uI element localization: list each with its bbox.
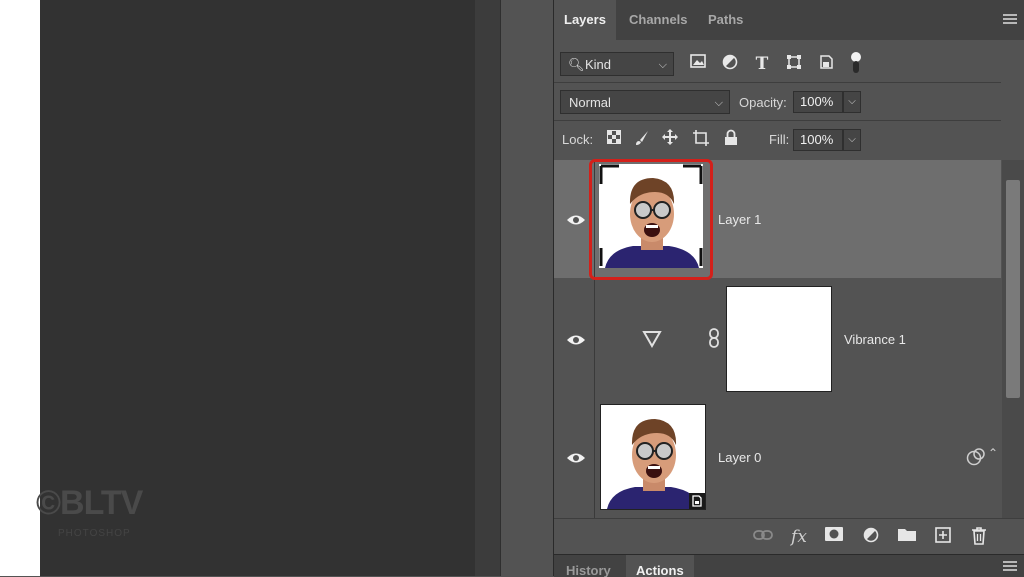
layers-panel: Layers Channels Paths 🔍︎ Kind ⌵ T Normal… (553, 0, 1024, 577)
chain-link-icon[interactable] (708, 328, 720, 348)
canvas-gutter (475, 0, 500, 576)
left-white-margin (0, 0, 40, 576)
panel-dock-gutter (500, 0, 553, 576)
blend-mode-value: Normal (569, 95, 611, 110)
divider (554, 120, 1001, 121)
image-filter-icon[interactable] (688, 54, 708, 74)
filter-toggle-switch[interactable] (851, 52, 861, 74)
new-group-folder-icon[interactable] (896, 527, 918, 547)
new-layer-icon[interactable] (932, 527, 954, 547)
layer-row-layer-0[interactable]: Layer 0 ⌃ (554, 396, 1001, 518)
fill-label: Fill: (769, 132, 790, 147)
adjustment-filter-icon[interactable] (720, 54, 740, 74)
chevron-down-icon: ⌵ (658, 59, 667, 71)
lock-image-pixels-icon[interactable] (632, 130, 652, 150)
filter-kind-dropdown[interactable]: 🔍︎ Kind ⌵ (560, 52, 674, 76)
lock-transparent-pixels-icon[interactable] (604, 130, 624, 148)
chevron-up-icon[interactable]: ⌃ (988, 446, 998, 460)
smart-object-filter-icon[interactable] (816, 54, 836, 74)
layer-name[interactable]: Layer 0 (718, 450, 761, 465)
smart-object-badge-icon (689, 493, 705, 509)
vibrance-triangle-icon[interactable] (642, 330, 662, 348)
watermark-logo: ©BLTV (36, 484, 143, 522)
layer-thumbnail[interactable] (600, 404, 706, 510)
smart-filters-icon[interactable] (966, 448, 986, 466)
layer-name[interactable]: Vibrance 1 (844, 332, 906, 347)
type-filter-icon[interactable]: T (752, 54, 772, 74)
tab-paths[interactable]: Paths (698, 0, 753, 40)
visibility-eye-icon[interactable] (566, 334, 586, 346)
visibility-eye-icon[interactable] (566, 452, 586, 464)
tab-history[interactable]: History (556, 555, 621, 577)
new-adjustment-layer-icon[interactable] (860, 527, 882, 547)
lock-all-icon[interactable] (721, 129, 741, 150)
opacity-label: Opacity: (739, 95, 787, 110)
chevron-down-icon: ⌵ (714, 97, 723, 109)
panel-menu-icon[interactable] (1003, 14, 1017, 24)
visibility-eye-icon[interactable] (566, 214, 586, 226)
tab-actions[interactable]: Actions (626, 555, 694, 577)
watermark-subtext: PHOTOSHOP (58, 528, 131, 539)
scrollbar-thumb[interactable] (1006, 180, 1020, 398)
search-icon: 🔍︎ (568, 57, 585, 72)
add-mask-icon[interactable] (823, 527, 845, 547)
shape-filter-icon[interactable] (784, 54, 804, 74)
fill-input[interactable]: 100% (793, 129, 843, 151)
lower-panel-menu-icon[interactable] (1003, 561, 1017, 571)
blend-mode-dropdown[interactable]: Normal ⌵ (560, 90, 730, 114)
filter-kind-label: Kind (585, 57, 612, 72)
lock-position-icon[interactable] (660, 128, 680, 150)
layer-row-vibrance-1[interactable]: Vibrance 1 (554, 278, 1001, 397)
layers-bottom-toolbar: fx (554, 518, 1024, 555)
fill-dropdown-arrow[interactable]: ⌵ (843, 129, 861, 151)
lower-panel-tabs: History Actions (554, 554, 1024, 577)
layer-mask-thumbnail[interactable] (726, 286, 832, 392)
tab-layers[interactable]: Layers (554, 0, 616, 40)
tab-channels[interactable]: Channels (619, 0, 698, 40)
opacity-dropdown-arrow[interactable]: ⌵ (843, 91, 861, 113)
divider (554, 82, 1001, 83)
layer-name[interactable]: Layer 1 (718, 212, 761, 227)
layers-scrollbar[interactable] (1002, 160, 1024, 518)
selection-highlight-box (589, 159, 713, 280)
lock-label: Lock: (562, 132, 594, 147)
lock-artboard-icon[interactable] (691, 129, 711, 151)
fx-layer-style-icon[interactable]: fx (788, 527, 810, 547)
opacity-input[interactable]: 100% (793, 91, 843, 113)
panel-tabs: Layers Channels Paths (554, 0, 1024, 40)
link-layers-icon[interactable] (752, 527, 774, 547)
delete-layer-trash-icon[interactable] (968, 527, 990, 547)
